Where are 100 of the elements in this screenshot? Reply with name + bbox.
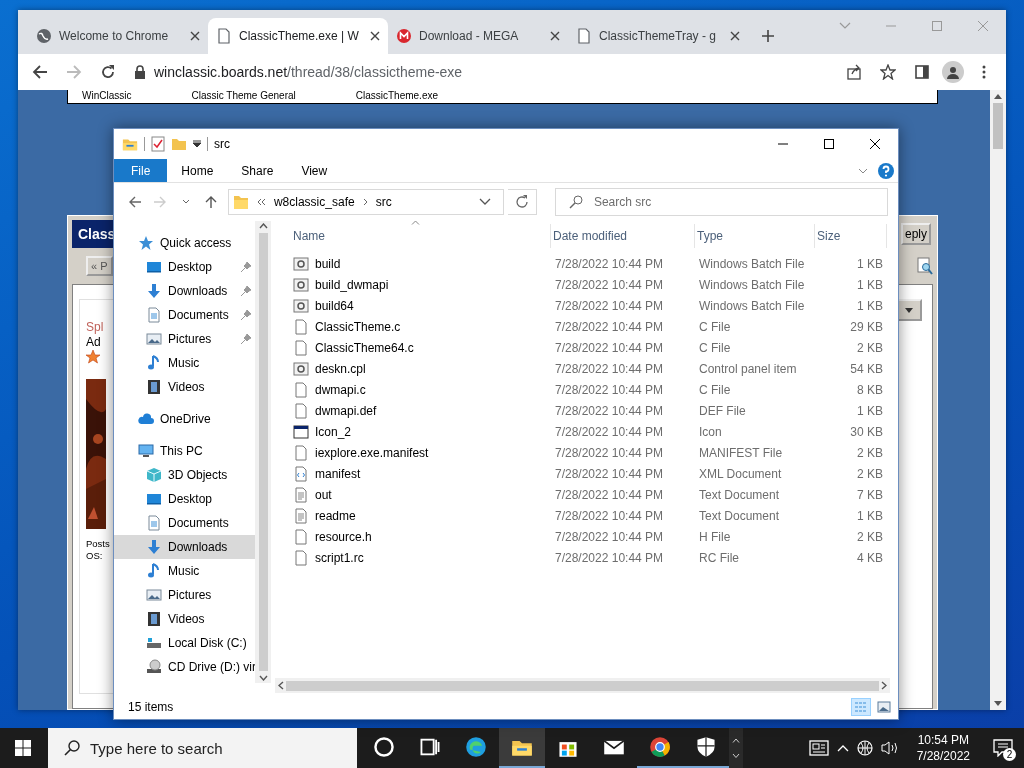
reload-icon[interactable] bbox=[100, 64, 116, 80]
close-icon[interactable] bbox=[730, 31, 740, 41]
nav-item[interactable]: OneDrive bbox=[114, 407, 255, 431]
file-name[interactable]: deskn.cpl bbox=[315, 361, 366, 376]
back-arrow-icon[interactable] bbox=[32, 64, 48, 80]
file-name[interactable]: ClassicTheme.c bbox=[315, 319, 401, 334]
scroll-up-icon[interactable] bbox=[994, 94, 1002, 99]
notifications-button[interactable]: 2 bbox=[988, 733, 1019, 763]
ribbon-tab[interactable]: Share bbox=[227, 159, 288, 182]
chevron-down-icon[interactable] bbox=[478, 198, 491, 206]
maximize-icon[interactable] bbox=[823, 138, 835, 150]
file-name[interactable]: build_dwmapi bbox=[315, 277, 389, 292]
scroll-down-icon[interactable] bbox=[994, 701, 1002, 706]
up-arrow-icon[interactable] bbox=[204, 195, 219, 209]
file-name[interactable]: build64 bbox=[315, 298, 354, 313]
share-icon[interactable] bbox=[846, 64, 862, 80]
speaker-icon[interactable] bbox=[880, 740, 899, 756]
file-name[interactable]: iexplore.exe.manifest bbox=[315, 445, 429, 460]
magnifier-icon[interactable] bbox=[917, 257, 933, 275]
file-name[interactable]: dwmapi.def bbox=[315, 403, 377, 418]
scroll-down-icon[interactable] bbox=[258, 675, 268, 681]
file-name[interactable]: manifest bbox=[315, 466, 361, 481]
nav-item[interactable]: Music bbox=[114, 559, 255, 583]
caret-up-icon[interactable] bbox=[836, 744, 849, 752]
file-name[interactable]: out bbox=[315, 487, 332, 502]
nav-item[interactable]: Desktop bbox=[114, 255, 255, 279]
news-icon[interactable] bbox=[808, 740, 829, 756]
scrollbar-thumb[interactable] bbox=[258, 233, 268, 671]
nav-item[interactable]: Downloads bbox=[114, 535, 255, 559]
nav-item[interactable]: Downloads bbox=[114, 279, 255, 303]
nav-item[interactable]: Pictures bbox=[114, 583, 255, 607]
file-name[interactable]: readme bbox=[315, 508, 356, 523]
browser-tab[interactable]: ClassicTheme.exe | W bbox=[208, 18, 388, 54]
close-icon[interactable] bbox=[370, 31, 380, 41]
path-segment[interactable]: w8classic_safe bbox=[273, 195, 355, 209]
nav-scrollbar[interactable] bbox=[255, 221, 271, 683]
column-header[interactable]: Date modified bbox=[551, 224, 695, 248]
file-name[interactable]: script1.rc bbox=[315, 550, 364, 565]
taskbar-scroll-buttons[interactable] bbox=[728, 728, 743, 768]
file-name[interactable]: ClassicTheme64.c bbox=[315, 340, 414, 355]
close-icon[interactable] bbox=[190, 31, 200, 41]
nav-item[interactable]: CD Drive (D:) vir bbox=[114, 655, 255, 679]
browser-tab[interactable]: Download - MEGA bbox=[388, 18, 568, 54]
column-header[interactable]: Size bbox=[815, 224, 887, 248]
previous-button[interactable]: « P bbox=[86, 256, 113, 276]
breadcrumb-link[interactable]: WinClassic bbox=[82, 90, 132, 103]
chevron-down-icon[interactable] bbox=[858, 167, 868, 174]
scrollbar-thumb[interactable] bbox=[993, 103, 1003, 149]
address-bar-url[interactable]: winclassic.boards.net/thread/38/classictheme-exe bbox=[154, 64, 463, 80]
ribbon-tab[interactable]: Home bbox=[167, 159, 228, 182]
scroll-right-icon[interactable] bbox=[881, 681, 887, 690]
reply-button[interactable]: eply bbox=[901, 223, 931, 245]
nav-item[interactable]: Desktop bbox=[114, 487, 255, 511]
search-field[interactable]: Search src bbox=[554, 188, 888, 216]
horizontal-scrollbar[interactable] bbox=[275, 678, 890, 693]
address-bar[interactable]: w8classic_safe src bbox=[227, 189, 504, 215]
nav-item[interactable]: 3D Objects bbox=[114, 463, 255, 487]
globe-icon[interactable] bbox=[856, 740, 873, 756]
nav-item[interactable]: Local Disk (C:) bbox=[114, 631, 255, 655]
help-icon[interactable] bbox=[878, 162, 894, 179]
browser-tab[interactable]: Welcome to Chrome bbox=[28, 18, 208, 54]
taskbar-search-field[interactable]: Type here to search bbox=[48, 728, 357, 768]
browser-tab[interactable]: ClassicThemeTray - g bbox=[568, 18, 748, 54]
close-icon[interactable] bbox=[869, 138, 881, 150]
large-icons-button[interactable] bbox=[874, 698, 894, 716]
column-header[interactable]: Type bbox=[695, 224, 815, 248]
file-menu-button[interactable]: File bbox=[114, 159, 168, 182]
file-name[interactable]: dwmapi.c bbox=[315, 382, 366, 397]
nav-item[interactable]: Videos bbox=[114, 607, 255, 631]
author-name[interactable]: Spl bbox=[86, 320, 104, 334]
table-cell-text: 2 KB bbox=[856, 445, 884, 460]
file-name[interactable]: Icon_2 bbox=[315, 424, 352, 439]
path-segment[interactable]: src bbox=[375, 195, 392, 209]
nav-item[interactable]: Documents bbox=[114, 303, 255, 327]
properties-icon[interactable] bbox=[151, 136, 165, 152]
breadcrumb-link[interactable]: Classic Theme General bbox=[191, 90, 296, 103]
file-name[interactable]: resource.h bbox=[315, 529, 372, 544]
taskbar-app-button[interactable] bbox=[498, 728, 545, 768]
nav-item[interactable]: Documents bbox=[114, 511, 255, 535]
column-header[interactable]: Name bbox=[291, 224, 551, 248]
nav-item[interactable]: Music bbox=[114, 351, 255, 375]
plus-icon[interactable] bbox=[761, 29, 775, 43]
refresh-button[interactable] bbox=[507, 189, 537, 215]
nav-item[interactable]: Pictures bbox=[114, 327, 255, 351]
caret-down-icon[interactable] bbox=[193, 140, 201, 148]
clock[interactable]: 10:54 PM 7/28/2022 bbox=[916, 732, 971, 764]
side-panel-icon[interactable] bbox=[914, 64, 930, 80]
breadcrumb-link[interactable]: ClassicTheme.exe bbox=[355, 90, 439, 103]
scrollbar-thumb[interactable] bbox=[286, 680, 879, 691]
scroll-left-icon[interactable] bbox=[278, 681, 284, 690]
profile-button[interactable] bbox=[942, 61, 964, 83]
star-outline-icon[interactable] bbox=[880, 64, 896, 80]
ribbon-tab[interactable]: View bbox=[287, 159, 342, 182]
file-name[interactable]: build bbox=[315, 256, 341, 271]
nav-item[interactable]: Videos bbox=[114, 375, 255, 399]
close-icon[interactable] bbox=[550, 31, 560, 41]
nav-item[interactable]: This PC bbox=[114, 439, 255, 463]
scroll-up-icon[interactable] bbox=[258, 223, 268, 229]
page-scrollbar[interactable] bbox=[990, 90, 1006, 710]
back-arrow-icon[interactable] bbox=[127, 195, 142, 209]
